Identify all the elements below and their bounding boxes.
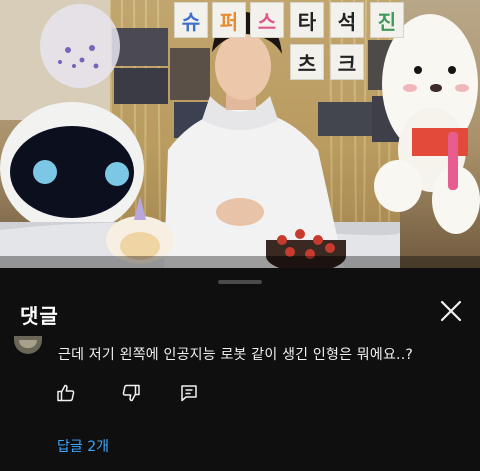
banner-letter: 석 [330,2,364,38]
reply-button[interactable] [178,384,200,406]
banner-letter: 츠 [290,44,324,80]
video-frame-illustration [0,0,480,268]
dislike-button[interactable] [120,384,142,406]
banner-letter: 퍼 [212,2,246,38]
thumbs-up-icon [56,383,76,407]
drag-handle[interactable] [218,280,262,284]
view-replies-button[interactable]: 답글 2개 [57,436,109,456]
reply-comment-icon [179,383,199,407]
close-icon [440,300,462,326]
comments-title: 댓글 [20,304,59,328]
comments-screen: 슈 퍼 스 타 석 진 츠 크 댓글 근데 저기 왼쪽에 인공지능 로봇 같이 … [0,0,480,471]
banner-letter: 진 [370,2,404,38]
banner-letter: 타 [290,2,324,38]
banner-letter: 슈 [174,2,208,38]
banner-letter: 스 [250,2,284,38]
avatar[interactable] [14,336,42,354]
close-button[interactable] [436,298,466,328]
banner-letter: 크 [330,44,364,80]
sheet-handle-area[interactable] [0,268,480,290]
thumbs-down-icon [121,383,141,407]
video-player[interactable]: 슈 퍼 스 타 석 진 츠 크 [0,0,480,268]
comment-text: 근데 저기 왼쪽에 인공지능 로봇 같이 생긴 인형은 뭐에요..? [58,347,413,363]
like-button[interactable] [55,384,77,406]
